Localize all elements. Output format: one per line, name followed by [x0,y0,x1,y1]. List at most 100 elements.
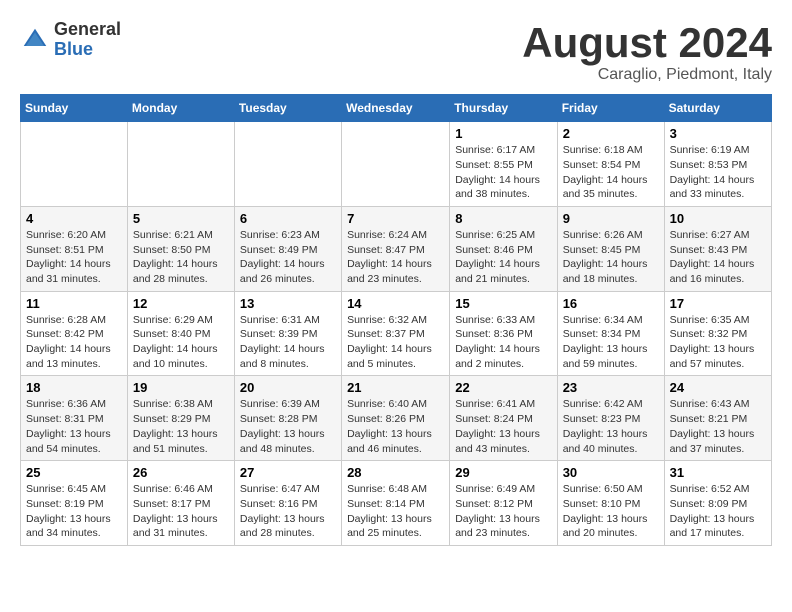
day-number: 23 [563,380,659,395]
day-info: Sunrise: 6:19 AMSunset: 8:53 PMDaylight:… [670,143,766,202]
logo-blue-text: Blue [54,40,121,60]
day-number: 8 [455,211,551,226]
day-info: Sunrise: 6:25 AMSunset: 8:46 PMDaylight:… [455,228,551,287]
day-number: 2 [563,126,659,141]
day-cell: 29 Sunrise: 6:49 AMSunset: 8:12 PMDayligh… [450,461,557,546]
day-info: Sunrise: 6:31 AMSunset: 8:39 PMDaylight:… [240,313,336,372]
day-info: Sunrise: 6:21 AMSunset: 8:50 PMDaylight:… [133,228,229,287]
day-number: 26 [133,465,229,480]
day-cell: 24 Sunrise: 6:43 AMSunset: 8:21 PMDayligh… [664,376,771,461]
day-cell: 10Sunrise: 6:27 AMSunset: 8:43 PMDayligh… [664,206,771,291]
day-number: 13 [240,296,336,311]
day-cell: 17 Sunrise: 6:35 AMSunset: 8:32 PMDayligh… [664,291,771,376]
day-cell: 27Sunrise: 6:47 AMSunset: 8:16 PMDayligh… [234,461,341,546]
day-cell: 8 Sunrise: 6:25 AMSunset: 8:46 PMDaylight… [450,206,557,291]
day-cell [21,122,128,207]
logo: General Blue [20,20,121,60]
day-number: 6 [240,211,336,226]
day-cell: 9Sunrise: 6:26 AMSunset: 8:45 PMDaylight… [557,206,664,291]
day-number: 29 [455,465,551,480]
day-number: 22 [455,380,551,395]
day-cell [127,122,234,207]
day-cell: 19Sunrise: 6:38 AMSunset: 8:29 PMDayligh… [127,376,234,461]
day-info: Sunrise: 6:32 AMSunset: 8:37 PMDaylight:… [347,313,444,372]
day-info: Sunrise: 6:36 AMSunset: 8:31 PMDaylight:… [26,397,122,456]
day-info: Sunrise: 6:33 AMSunset: 8:36 PMDaylight:… [455,313,551,372]
day-info: Sunrise: 6:39 AMSunset: 8:28 PMDaylight:… [240,397,336,456]
day-info: Sunrise: 6:28 AMSunset: 8:42 PMDaylight:… [26,313,122,372]
day-info: Sunrise: 6:47 AMSunset: 8:16 PMDaylight:… [240,482,336,541]
day-info: Sunrise: 6:24 AMSunset: 8:47 PMDaylight:… [347,228,444,287]
day-info: Sunrise: 6:20 AMSunset: 8:51 PMDaylight:… [26,228,122,287]
day-cell: 11Sunrise: 6:28 AMSunset: 8:42 PMDayligh… [21,291,128,376]
week-row-5: 25Sunrise: 6:45 AMSunset: 8:19 PMDayligh… [21,461,772,546]
day-number: 1 [455,126,551,141]
day-cell: 7 Sunrise: 6:24 AMSunset: 8:47 PMDaylight… [342,206,450,291]
day-cell: 5 Sunrise: 6:21 AMSunset: 8:50 PMDaylight… [127,206,234,291]
day-cell: 28 Sunrise: 6:48 AMSunset: 8:14 PMDayligh… [342,461,450,546]
day-number: 28 [347,465,444,480]
day-info: Sunrise: 6:43 AMSunset: 8:21 PMDaylight:… [670,397,766,456]
calendar-table: SundayMondayTuesdayWednesdayThursdayFrid… [20,94,772,546]
day-info: Sunrise: 6:49 AMSunset: 8:12 PMDaylight:… [455,482,551,541]
day-cell: 26 Sunrise: 6:46 AMSunset: 8:17 PMDayligh… [127,461,234,546]
day-cell: 23 Sunrise: 6:42 AMSunset: 8:23 PMDayligh… [557,376,664,461]
day-cell: 14 Sunrise: 6:32 AMSunset: 8:37 PMDayligh… [342,291,450,376]
day-number: 16 [563,296,659,311]
day-info: Sunrise: 6:42 AMSunset: 8:23 PMDaylight:… [563,397,659,456]
day-cell [342,122,450,207]
header-cell-monday: Monday [127,95,234,122]
day-number: 14 [347,296,444,311]
header-cell-saturday: Saturday [664,95,771,122]
day-cell: 4 Sunrise: 6:20 AMSunset: 8:51 PMDaylight… [21,206,128,291]
day-cell: 25Sunrise: 6:45 AMSunset: 8:19 PMDayligh… [21,461,128,546]
week-row-4: 18 Sunrise: 6:36 AMSunset: 8:31 PMDayligh… [21,376,772,461]
day-cell: 1 Sunrise: 6:17 AMSunset: 8:55 PMDaylight… [450,122,557,207]
week-row-2: 4 Sunrise: 6:20 AMSunset: 8:51 PMDaylight… [21,206,772,291]
day-info: Sunrise: 6:23 AMSunset: 8:49 PMDaylight:… [240,228,336,287]
day-info: Sunrise: 6:40 AMSunset: 8:26 PMDaylight:… [347,397,444,456]
day-number: 18 [26,380,122,395]
location-subtitle: Caraglio, Piedmont, Italy [522,66,772,84]
day-number: 20 [240,380,336,395]
day-info: Sunrise: 6:17 AMSunset: 8:55 PMDaylight:… [455,143,551,202]
day-number: 9 [563,211,659,226]
day-cell: 6 Sunrise: 6:23 AMSunset: 8:49 PMDaylight… [234,206,341,291]
day-info: Sunrise: 6:18 AMSunset: 8:54 PMDaylight:… [563,143,659,202]
day-cell: 2 Sunrise: 6:18 AMSunset: 8:54 PMDaylight… [557,122,664,207]
day-cell: 16Sunrise: 6:34 AMSunset: 8:34 PMDayligh… [557,291,664,376]
day-cell: 15Sunrise: 6:33 AMSunset: 8:36 PMDayligh… [450,291,557,376]
day-number: 30 [563,465,659,480]
day-cell: 12 Sunrise: 6:29 AMSunset: 8:40 PMDayligh… [127,291,234,376]
header-cell-sunday: Sunday [21,95,128,122]
day-number: 4 [26,211,122,226]
day-number: 17 [670,296,766,311]
day-info: Sunrise: 6:41 AMSunset: 8:24 PMDaylight:… [455,397,551,456]
header-cell-tuesday: Tuesday [234,95,341,122]
day-info: Sunrise: 6:52 AMSunset: 8:09 PMDaylight:… [670,482,766,541]
day-cell: 18 Sunrise: 6:36 AMSunset: 8:31 PMDayligh… [21,376,128,461]
week-row-3: 11Sunrise: 6:28 AMSunset: 8:42 PMDayligh… [21,291,772,376]
day-number: 5 [133,211,229,226]
day-cell: 31Sunrise: 6:52 AMSunset: 8:09 PMDayligh… [664,461,771,546]
day-info: Sunrise: 6:29 AMSunset: 8:40 PMDaylight:… [133,313,229,372]
day-number: 25 [26,465,122,480]
header-row: SundayMondayTuesdayWednesdayThursdayFrid… [21,95,772,122]
logo-general-text: General [54,20,121,40]
day-info: Sunrise: 6:48 AMSunset: 8:14 PMDaylight:… [347,482,444,541]
day-info: Sunrise: 6:35 AMSunset: 8:32 PMDaylight:… [670,313,766,372]
logo-text: General Blue [54,20,121,60]
day-cell [234,122,341,207]
day-number: 7 [347,211,444,226]
day-info: Sunrise: 6:50 AMSunset: 8:10 PMDaylight:… [563,482,659,541]
page-header: General Blue August 2024 Caraglio, Piedm… [20,20,772,84]
header-cell-wednesday: Wednesday [342,95,450,122]
day-cell: 13 Sunrise: 6:31 AMSunset: 8:39 PMDayligh… [234,291,341,376]
day-number: 24 [670,380,766,395]
day-number: 19 [133,380,229,395]
month-title: August 2024 [522,20,772,66]
day-number: 12 [133,296,229,311]
day-cell: 21Sunrise: 6:40 AMSunset: 8:26 PMDayligh… [342,376,450,461]
week-row-1: 1 Sunrise: 6:17 AMSunset: 8:55 PMDaylight… [21,122,772,207]
day-info: Sunrise: 6:46 AMSunset: 8:17 PMDaylight:… [133,482,229,541]
